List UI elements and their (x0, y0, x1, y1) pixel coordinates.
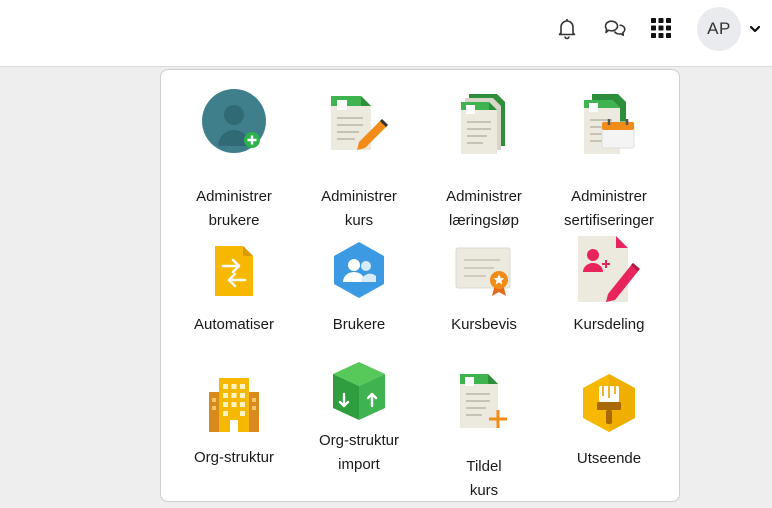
menu-item-label-line: Tildel (466, 458, 502, 475)
menu-item-label: Org-struktur (193, 449, 274, 466)
org-structure-icon (207, 376, 261, 432)
menu-item-label: Org-struktur import (297, 429, 421, 477)
menu-item-manage-users[interactable]: Administrer brukere (172, 88, 296, 229)
manage-certifications-icon (582, 94, 636, 154)
menu-item-users[interactable]: Brukere (297, 240, 421, 340)
manage-learning-paths-icon (459, 94, 509, 154)
menu-item-automate[interactable]: Automatiser (172, 240, 296, 340)
user-menu[interactable]: AP (697, 7, 761, 51)
menu-item-manage-courses[interactable]: Administrer kurs (297, 88, 421, 229)
admin-apps-menu: Administrer brukere Administrer kurs Adm… (160, 69, 680, 502)
menu-item-label-line: kurs (344, 212, 374, 229)
menu-item-label: Kursbevis (451, 316, 517, 333)
menu-item-label: Administrer læringsløp (422, 185, 546, 233)
manage-courses-icon (329, 94, 389, 152)
menu-item-label: Utseende (576, 450, 642, 467)
menu-item-manage-learning-paths[interactable]: Administrer læringsløp (422, 88, 546, 229)
menu-item-label: Tildel kurs (422, 455, 546, 503)
menu-item-assign-course[interactable]: Tildel kurs (422, 372, 546, 499)
users-icon (332, 240, 386, 300)
avatar[interactable]: AP (697, 7, 741, 51)
menu-item-label-line: Administrer (321, 188, 397, 205)
menu-item-label-line: sertifiseringer (563, 212, 655, 229)
menu-item-label-line: Administrer (446, 188, 522, 205)
menu-item-label: Administrer kurs (297, 185, 421, 233)
menu-item-label-line: Org-struktur (318, 432, 399, 449)
certificate-icon (454, 246, 514, 298)
menu-item-org-structure-import[interactable]: Org-struktur import (297, 360, 421, 485)
menu-item-label-line: Administrer (196, 188, 272, 205)
bell-icon[interactable] (555, 16, 579, 40)
automate-icon (213, 244, 255, 298)
menu-item-label-line: import (338, 456, 380, 473)
menu-item-label-line: brukere (208, 212, 260, 229)
menu-item-label-line: læringsløp (448, 212, 520, 229)
menu-item-org-structure[interactable]: Org-struktur (172, 376, 296, 476)
manage-users-icon (201, 88, 267, 154)
menu-item-label: Administrer sertifiseringer (547, 185, 671, 233)
menu-item-label: Administrer brukere (172, 185, 296, 233)
menu-item-manage-certifications[interactable]: Administrer sertifiseringer (547, 88, 671, 229)
menu-item-course-sharing[interactable]: Kursdeling (547, 234, 671, 340)
appearance-icon (581, 372, 637, 434)
top-bar: AP (0, 0, 772, 67)
menu-item-label: Brukere (332, 316, 386, 333)
menu-item-label: Automatiser (193, 316, 275, 333)
menu-item-appearance[interactable]: Utseende (547, 372, 671, 472)
org-structure-import-icon (331, 360, 387, 422)
assign-course-icon (458, 372, 510, 432)
menu-item-label: Kursdeling (573, 316, 645, 333)
chevron-down-icon[interactable] (749, 23, 761, 35)
menu-item-label-line: kurs (469, 482, 499, 499)
menu-item-label-line: Administrer (571, 188, 647, 205)
menu-item-certificate[interactable]: Kursbevis (422, 240, 546, 340)
chat-icon[interactable] (602, 16, 626, 40)
app-grid-icon[interactable] (649, 16, 673, 40)
course-sharing-icon (576, 234, 642, 304)
